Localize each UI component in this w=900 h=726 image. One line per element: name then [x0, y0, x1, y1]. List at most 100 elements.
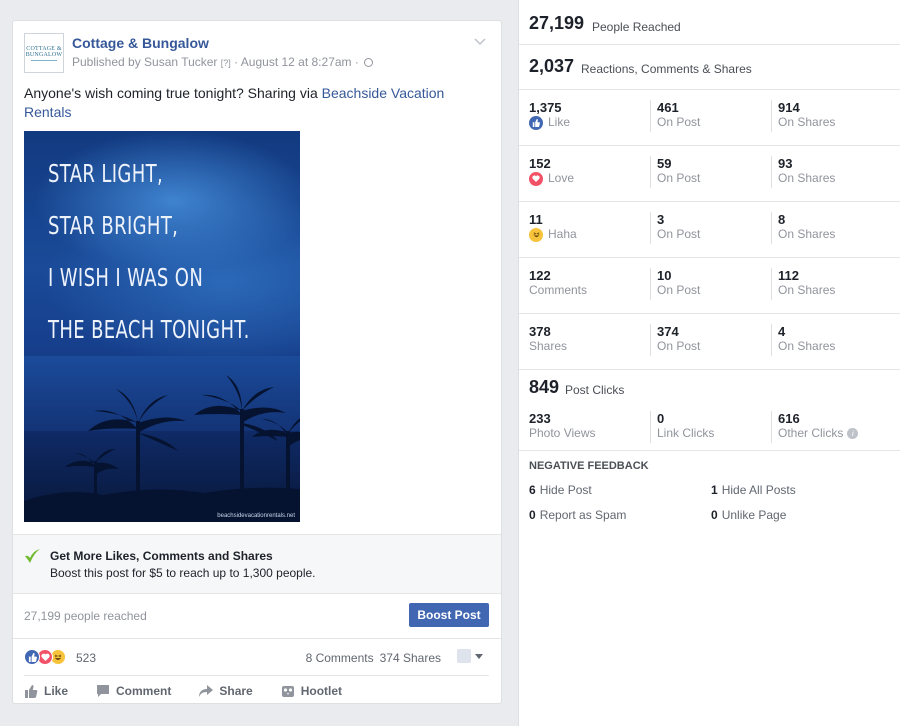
reaction-icons[interactable] — [24, 649, 66, 665]
metric-total: 122 Comments — [529, 268, 587, 300]
metric-on-post: 59 On Post — [650, 156, 768, 188]
metric-on-post-value: 3 — [657, 212, 665, 227]
share-arrow-icon — [199, 684, 214, 697]
metric-on-post: 374 On Post — [650, 324, 768, 356]
avatar — [457, 649, 471, 663]
report-spam-value: 0 — [529, 508, 536, 522]
metric-row-like: 1,375 Like 461 On Post 914 On Shares — [519, 90, 900, 146]
haha-icon — [529, 227, 543, 242]
logo-text: BUNGALOW — [25, 51, 63, 58]
like-icon — [529, 115, 543, 130]
metric-total-value: 122 — [529, 268, 551, 283]
metric-on-shares-value: 8 — [778, 212, 786, 227]
photo-views-value: 233 — [529, 411, 551, 426]
people-reached-text[interactable]: 27,199 people reached — [24, 609, 147, 623]
post-message: Anyone's wish coming true tonight? Shari… — [24, 85, 322, 101]
share-button[interactable]: Share — [199, 683, 253, 698]
metric-on-post: 10 On Post — [650, 268, 768, 300]
globe-icon — [364, 58, 374, 67]
check-leaf-icon — [25, 549, 40, 563]
comments-count-link[interactable]: 8 Comments — [306, 651, 374, 665]
metric-on-post-label: On Post — [657, 227, 701, 241]
metric-on-post-value: 59 — [657, 156, 672, 171]
post-meta: Published by Susan Tucker [?] · August 1… — [72, 55, 374, 69]
people-reached-value: 27,199 — [529, 13, 585, 33]
boost-post-button[interactable]: Boost Post — [409, 603, 489, 627]
metric-on-shares-label: On Shares — [778, 283, 836, 297]
page-logo[interactable]: COTTAGE & BUNGALOW — [24, 33, 64, 73]
metric-on-shares: 4 On Shares — [771, 324, 889, 356]
metric-row-comments: 122 Comments 10 On Post 112 On Shares — [519, 258, 900, 314]
hide-all-posts-label: Hide All Posts — [721, 483, 796, 497]
metric-total-value: 378 — [529, 324, 551, 339]
metric-on-shares-label: On Shares — [778, 115, 836, 129]
metric-label: Comments — [529, 283, 588, 297]
published-by: Published by Susan Tucker — [72, 55, 218, 69]
post-as-selector[interactable] — [457, 649, 483, 663]
like-label: Like — [44, 683, 69, 698]
engagement-breakdown: 1,375 Like 461 On Post 914 On Shares 152 — [519, 90, 900, 370]
share-label: Share — [219, 683, 253, 698]
engagement-section: 2,037 Reactions, Comments & Shares — [519, 45, 900, 90]
metric-row-haha: 11 Haha 3 On Post 8 On Shares — [519, 202, 900, 258]
comments-shares-count: 8 Comments 374 Shares — [300, 651, 441, 665]
metric-total-label: Like — [529, 115, 570, 130]
metric-on-post: 461 On Post — [650, 100, 768, 132]
hootlet-button[interactable]: Hootlet — [281, 684, 342, 698]
metric-label: Haha — [548, 227, 577, 241]
metric-total-value: 11 — [529, 212, 543, 227]
other-clicks-metric: 616 Other Clicks i — [771, 411, 859, 443]
metric-row-shares: 378 Shares 374 On Post 4 On Shares — [519, 314, 900, 370]
caret-down-icon — [475, 653, 483, 659]
metric-total: 11 Haha — [529, 212, 577, 244]
shares-count-link[interactable]: 374 Shares — [380, 651, 441, 665]
post-actions: Like Comment Share Hootlet — [24, 675, 489, 705]
engagement-label: Reactions, Comments & Shares — [581, 62, 752, 76]
unlike-page-value: 0 — [711, 508, 718, 522]
metric-on-shares: 93 On Shares — [771, 156, 889, 188]
image-watermark: beachsidevacationrentals.net — [217, 513, 295, 519]
comment-icon — [97, 684, 110, 697]
metric-on-shares-value: 93 — [778, 156, 793, 171]
post-image[interactable]: STAR LIGHT, STAR BRIGHT, I WISH I WAS ON… — [24, 131, 300, 522]
unlike-page-metric: 0 Unlike Page — [711, 508, 786, 522]
image-quote-line: THE BEACH TONIGHT. — [48, 315, 250, 344]
metric-on-shares-value: 914 — [778, 100, 800, 115]
photo-views-label: Photo Views — [529, 426, 596, 440]
metric-on-shares-label: On Shares — [778, 171, 836, 185]
metric-on-shares: 8 On Shares — [771, 212, 889, 244]
help-marker[interactable]: [?] — [221, 58, 231, 68]
metric-on-shares: 914 On Shares — [771, 100, 889, 132]
negative-feedback-title: NEGATIVE FEEDBACK — [529, 460, 649, 472]
metric-total-label: Haha — [529, 227, 577, 242]
post-header: COTTAGE & BUNGALOW Cottage & Bungalow Pu… — [24, 33, 489, 73]
info-icon[interactable]: i — [847, 428, 859, 439]
love-icon — [529, 171, 543, 186]
thumbs-up-icon — [25, 684, 38, 698]
comment-button[interactable]: Comment — [96, 684, 171, 698]
comment-label: Comment — [116, 683, 172, 698]
post-clicks-value: 849 — [529, 377, 560, 397]
reaction-count[interactable]: 523 — [76, 651, 96, 665]
chevron-down-icon[interactable] — [471, 33, 489, 51]
hide-all-posts-value: 1 — [711, 483, 718, 497]
unlike-page-label: Unlike Page — [721, 508, 787, 522]
like-button[interactable]: Like — [24, 684, 68, 698]
metric-total: 1,375 Like — [529, 100, 570, 132]
metric-label: Like — [548, 115, 571, 129]
post-date[interactable]: · August 12 at 8:27am · — [234, 55, 359, 69]
reactions-row: 523 8 Comments 374 Shares — [13, 641, 501, 675]
page-name-link[interactable]: Cottage & Bungalow — [72, 35, 209, 51]
metric-total-value: 1,375 — [529, 100, 562, 115]
people-reached-section: 27,199 People Reached — [519, 0, 900, 45]
post-clicks-section: 849 Post Clicks 233 Photo Views 0 Link C… — [519, 371, 900, 451]
link-clicks-label: Link Clicks — [657, 426, 715, 440]
report-spam-metric: 0 Report as Spam — [529, 508, 626, 522]
logo-rule — [31, 59, 57, 61]
boost-promo[interactable]: Get More Likes, Comments and Shares Boos… — [13, 534, 501, 594]
engagement-value: 2,037 — [529, 56, 575, 76]
metric-on-shares: 112 On Shares — [771, 268, 889, 300]
metric-on-post-label: On Post — [657, 339, 701, 353]
hootlet-label: Hootlet — [300, 683, 343, 698]
photo-views-metric: 233 Photo Views — [529, 411, 596, 441]
